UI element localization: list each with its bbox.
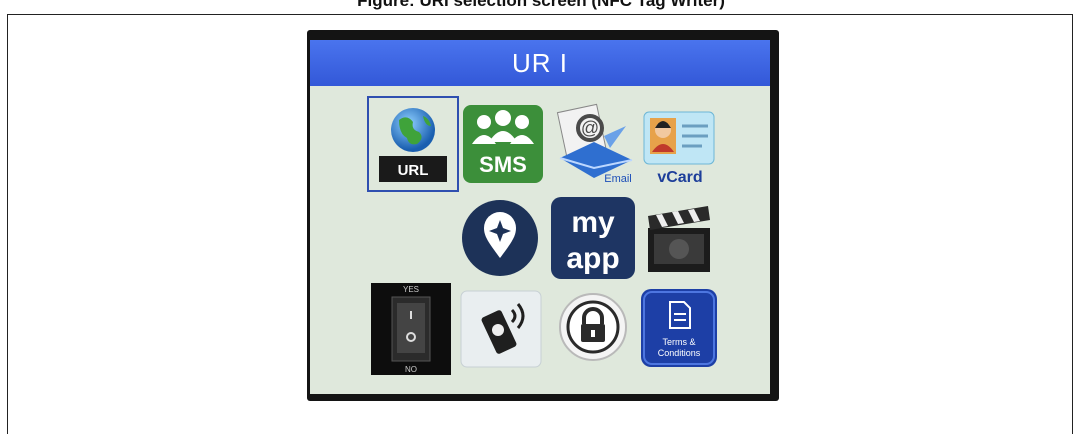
- email-icon[interactable]: @ Email: [554, 102, 638, 186]
- screen-title: UR I: [310, 40, 770, 86]
- myapp-icon[interactable]: my app: [550, 196, 636, 280]
- vcard-icon[interactable]: vCard: [640, 102, 720, 186]
- terms-label-top: Terms &: [662, 337, 695, 347]
- sms-icon[interactable]: SMS: [462, 104, 544, 184]
- location-pin-icon[interactable]: [460, 198, 540, 278]
- myapp-label-bottom: app: [566, 242, 619, 275]
- lock-icon[interactable]: [558, 292, 628, 362]
- myapp-label-top: my: [571, 206, 615, 239]
- url-label: URL: [398, 162, 429, 179]
- nfc-phone-icon[interactable]: [460, 290, 542, 368]
- email-label: Email: [604, 173, 632, 185]
- figure-caption: Figure: URI selection screen (NFC Tag Wr…: [357, 0, 725, 10]
- terms-conditions-icon[interactable]: Terms & Conditions: [640, 288, 718, 368]
- yes-no-switch-icon[interactable]: YES NO: [370, 283, 452, 375]
- switch-label-bottom: NO: [405, 365, 417, 374]
- switch-label-top: YES: [403, 285, 419, 294]
- device-screen: UR I URL SMS @ Email vCard my app YES NO…: [310, 40, 770, 394]
- url-globe-icon[interactable]: URL: [373, 100, 453, 188]
- sms-label: SMS: [479, 152, 527, 177]
- terms-label-bottom: Conditions: [658, 348, 701, 358]
- video-clapperboard-icon[interactable]: [646, 200, 712, 276]
- vcard-label: vCard: [657, 169, 702, 186]
- svg-text:@: @: [581, 118, 599, 138]
